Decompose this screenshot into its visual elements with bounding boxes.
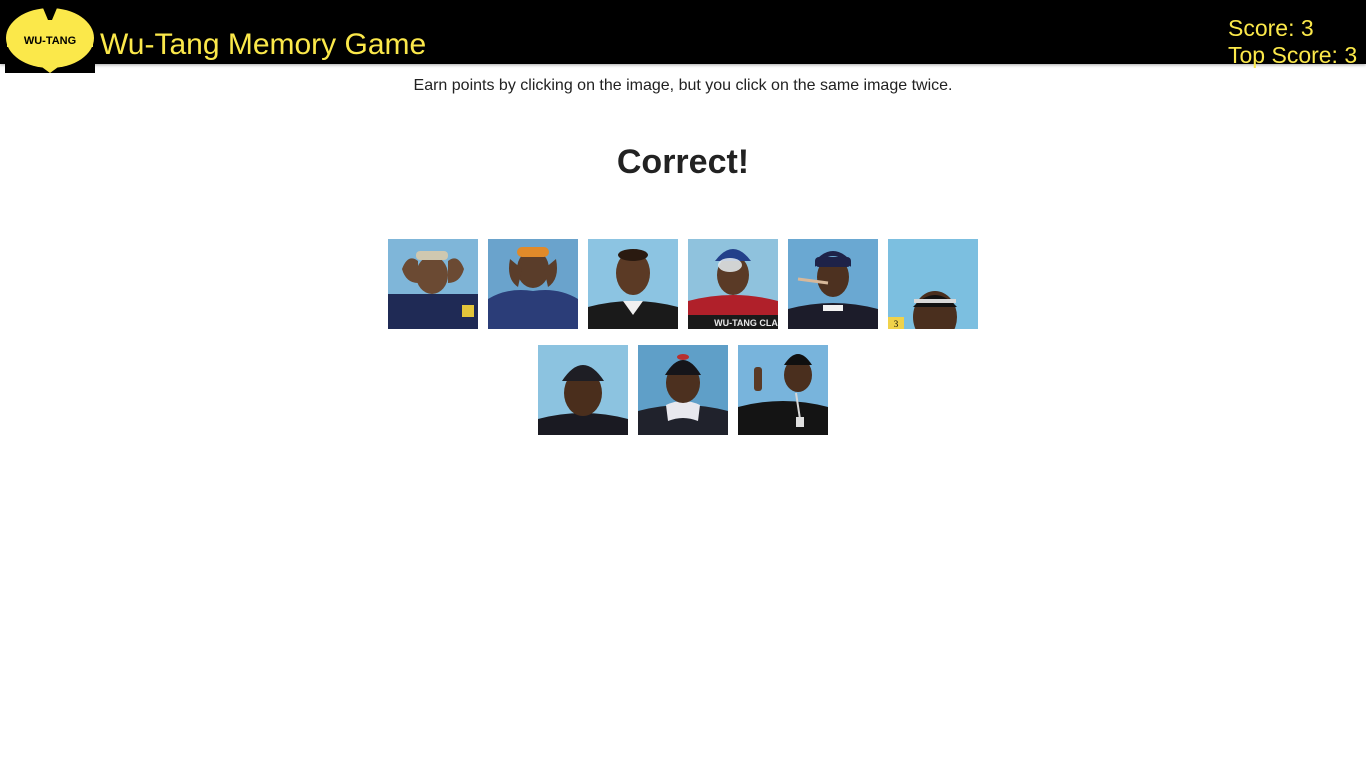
instructions-text: Earn points by clicking on the image, bu… — [413, 77, 953, 94]
member-card-8[interactable] — [638, 345, 728, 435]
wu-tang-logo: WU-TANG — [5, 4, 95, 73]
member-card-9[interactable] — [738, 345, 828, 435]
score-panel: Score: 3 Top Score: 3 — [1228, 15, 1366, 69]
card-6-caption: 3 — [894, 319, 899, 329]
navbar: WU-TANG Wu-Tang Memory Game Score: 3 Top… — [0, 0, 1366, 73]
score-label: Score: 3 — [1228, 15, 1314, 41]
member-card-4[interactable]: WU-TANG CLA — [688, 239, 778, 329]
top-score-label: Top Score: 3 — [1228, 42, 1358, 68]
member-card-6[interactable]: 3 — [888, 239, 978, 329]
member-card-3[interactable] — [588, 239, 678, 329]
member-card-2[interactable] — [488, 239, 578, 329]
member-card-5[interactable] — [788, 239, 878, 329]
app-title: Wu-Tang Memory Game — [100, 28, 427, 61]
member-card-7[interactable] — [538, 345, 628, 435]
result-message: Correct! — [616, 143, 750, 181]
card-4-caption: WU-TANG CLA — [714, 318, 778, 328]
logo-text: WU-TANG — [24, 35, 76, 47]
member-card-1[interactable] — [388, 239, 478, 329]
